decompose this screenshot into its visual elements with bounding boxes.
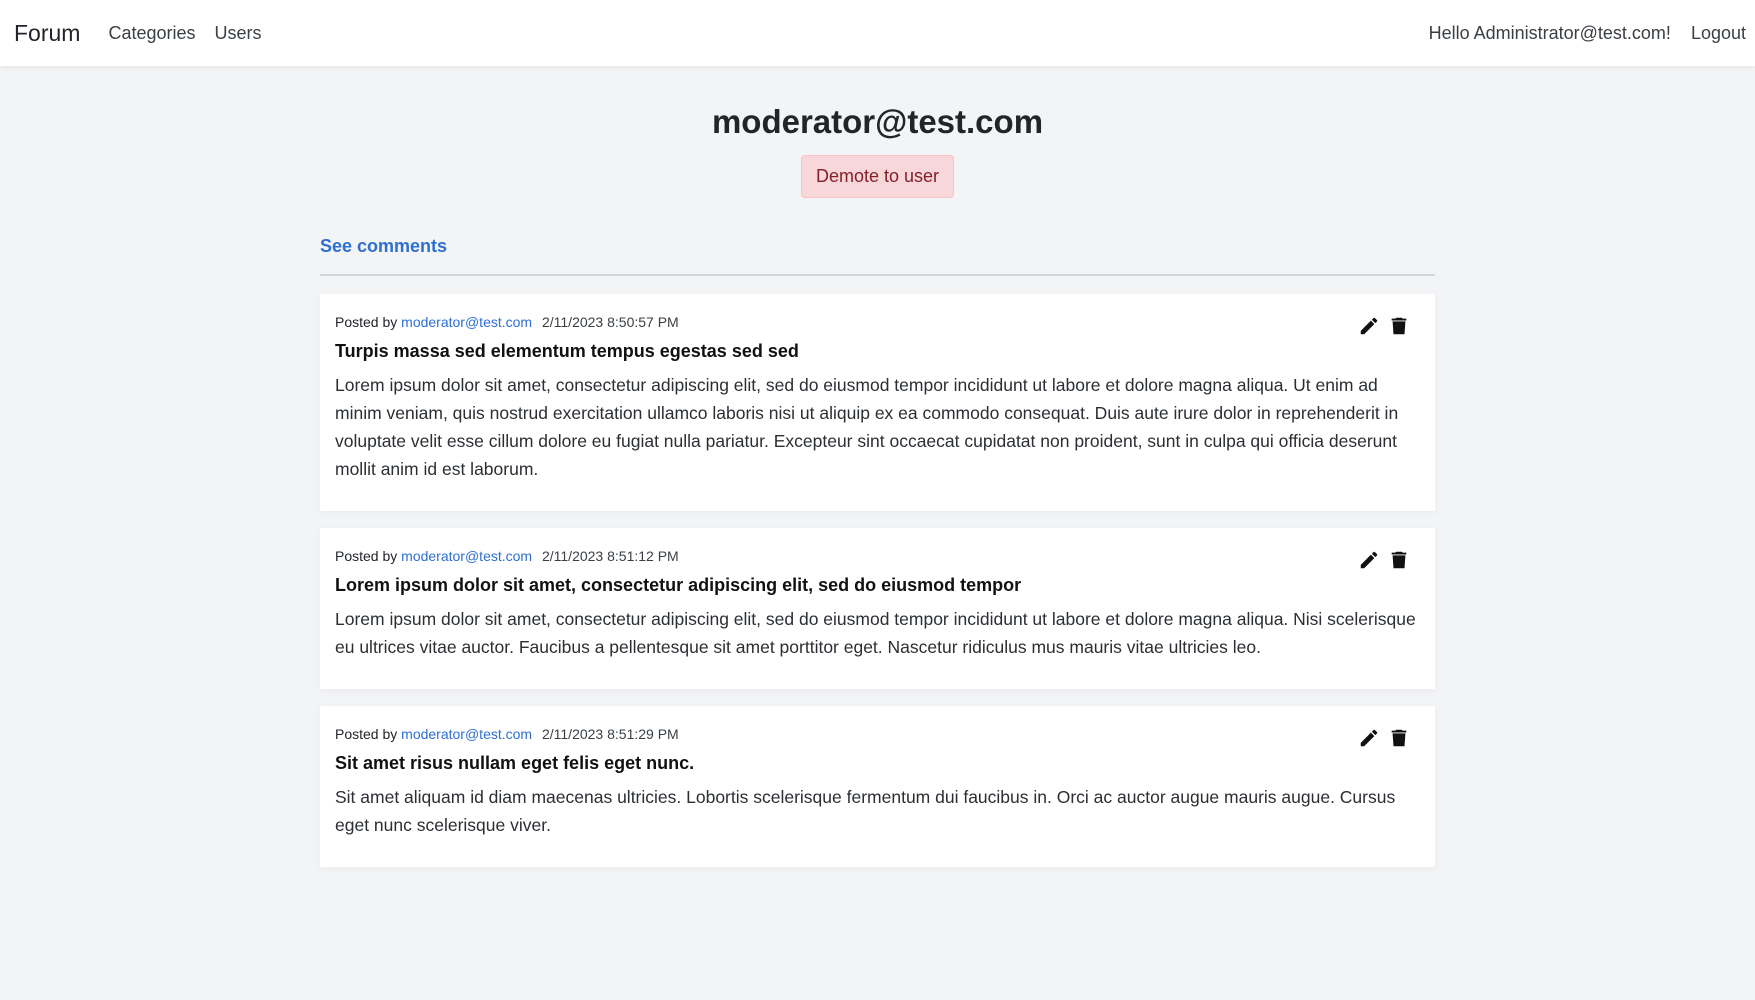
post-author-link[interactable]: moderator@test.com bbox=[401, 726, 532, 742]
post-card: Posted by moderator@test.com 2/11/2023 8… bbox=[320, 294, 1435, 512]
trash-icon[interactable] bbox=[1387, 548, 1411, 572]
pencil-icon[interactable] bbox=[1357, 726, 1381, 750]
divider bbox=[320, 274, 1435, 277]
post-meta: Posted by moderator@test.com 2/11/2023 8… bbox=[335, 312, 1420, 332]
see-comments-link[interactable]: See comments bbox=[320, 236, 447, 257]
demote-wrap: Demote to user bbox=[320, 155, 1435, 199]
nav-link-categories[interactable]: Categories bbox=[108, 23, 195, 44]
post-date: 2/11/2023 8:51:29 PM bbox=[541, 726, 679, 743]
post-meta: Posted by moderator@test.com 2/11/2023 8… bbox=[335, 724, 1420, 744]
post-author-link[interactable]: moderator@test.com bbox=[401, 314, 532, 330]
navbar-left: Forum Categories Users bbox=[14, 20, 281, 47]
posted-by-label: Posted by bbox=[335, 726, 398, 743]
post-card: Posted by moderator@test.com 2/11/2023 8… bbox=[320, 706, 1435, 868]
nav-link-users[interactable]: Users bbox=[215, 23, 262, 44]
trash-icon[interactable] bbox=[1387, 726, 1411, 750]
trash-icon[interactable] bbox=[1387, 314, 1411, 338]
post-body: Sit amet aliquam id diam maecenas ultric… bbox=[335, 787, 1396, 836]
post-author-link[interactable]: moderator@test.com bbox=[401, 548, 532, 564]
post-body: Lorem ipsum dolor sit amet, consectetur … bbox=[335, 609, 1416, 658]
post-meta: Posted by moderator@test.com 2/11/2023 8… bbox=[335, 546, 1420, 566]
post-actions bbox=[1351, 726, 1411, 750]
pencil-icon[interactable] bbox=[1357, 314, 1381, 338]
post-actions bbox=[1351, 314, 1411, 338]
navbar-right: Hello Administrator@test.com! Logout bbox=[1429, 23, 1746, 44]
post-actions bbox=[1351, 548, 1411, 572]
post-date: 2/11/2023 8:51:12 PM bbox=[541, 548, 679, 565]
navbar: Forum Categories Users Hello Administrat… bbox=[0, 0, 1755, 66]
post-title[interactable]: Turpis massa sed elementum tempus egesta… bbox=[335, 339, 1420, 363]
posted-by-label: Posted by bbox=[335, 314, 398, 331]
logout-link[interactable]: Logout bbox=[1691, 23, 1746, 44]
posted-by-label: Posted by bbox=[335, 548, 398, 565]
post-title[interactable]: Lorem ipsum dolor sit amet, consectetur … bbox=[335, 573, 1420, 597]
post-body: Lorem ipsum dolor sit amet, consectetur … bbox=[335, 375, 1399, 480]
post-date: 2/11/2023 8:50:57 PM bbox=[541, 314, 679, 331]
user-greeting: Hello Administrator@test.com! bbox=[1428, 22, 1671, 43]
demote-button[interactable]: Demote to user bbox=[800, 155, 955, 199]
post-title[interactable]: Sit amet risus nullam eget felis eget nu… bbox=[335, 751, 1420, 775]
post-card: Posted by moderator@test.com 2/11/2023 8… bbox=[320, 528, 1435, 690]
main-content: moderator@test.com Demote to user See co… bbox=[320, 66, 1435, 868]
page-title: moderator@test.com bbox=[711, 103, 1044, 140]
brand-link[interactable]: Forum bbox=[14, 20, 80, 47]
pencil-icon[interactable] bbox=[1357, 548, 1381, 572]
